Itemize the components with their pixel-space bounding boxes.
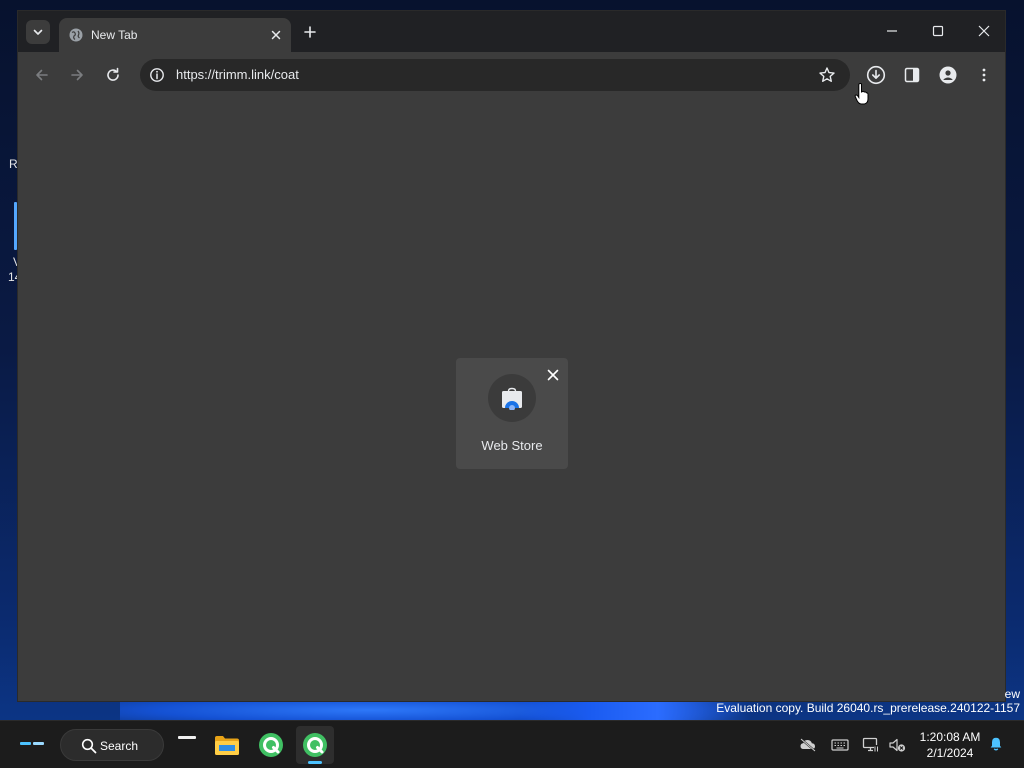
back-button[interactable] [30, 63, 54, 87]
taskbar-clock[interactable]: 1:20:08 AM 2/1/2024 [914, 729, 986, 761]
reload-button[interactable] [101, 63, 125, 87]
plus-icon [304, 26, 316, 38]
close-icon [978, 25, 990, 37]
network-icon[interactable] [862, 737, 880, 753]
kebab-menu-icon [982, 68, 986, 82]
reload-icon [107, 67, 119, 81]
shortcut-icon-container [488, 374, 536, 422]
forward-button[interactable] [65, 63, 89, 87]
tab-title: New Tab [91, 28, 138, 42]
minimize-icon [887, 30, 897, 32]
arrow-right-icon [71, 69, 83, 81]
menu-button[interactable] [972, 63, 996, 87]
close-icon [547, 369, 559, 381]
evaluation-watermark: Evaluation copy. Build 26040.rs_prerelea… [716, 701, 1020, 715]
notification-bell-icon[interactable] [987, 736, 1005, 752]
address-bar-url[interactable]: https://trimm.link/coat [176, 67, 299, 83]
watermark-fragment: ew [1004, 687, 1020, 701]
new-tab-page: Web Store [18, 98, 1005, 701]
person-icon [939, 66, 957, 84]
maximize-icon [932, 25, 944, 37]
widgets-icon [20, 742, 44, 745]
profile-button[interactable] [936, 63, 960, 87]
cloud-offline-icon[interactable] [799, 737, 817, 753]
new-tab-button[interactable] [300, 22, 320, 42]
clock-date: 2/1/2024 [926, 746, 974, 760]
app-button-q[interactable] [255, 727, 287, 763]
keyboard-icon[interactable] [831, 737, 849, 753]
side-panel-icon [904, 67, 920, 83]
taskbar: Search 1:20:08 AM 2/1/2024 [0, 720, 1024, 768]
search-icon [81, 738, 97, 754]
tab-strip: New Tab [18, 11, 1005, 52]
minimize-button[interactable] [872, 15, 912, 47]
taskbar-search[interactable]: Search [60, 729, 164, 761]
side-panel-button[interactable] [900, 63, 924, 87]
app-button-q-active[interactable] [299, 727, 331, 763]
star-icon[interactable] [818, 66, 836, 84]
widgets-button[interactable] [18, 727, 48, 763]
globe-icon [69, 28, 83, 42]
tab-new-tab[interactable]: New Tab [59, 18, 291, 52]
folder-icon [215, 736, 239, 755]
browser-window: New Tab https://trimm.link/coat Web Stor… [17, 10, 1006, 702]
shortcut-tile-web-store[interactable]: Web Store [456, 358, 568, 469]
remove-shortcut-button[interactable] [544, 366, 562, 384]
task-view-icon [178, 736, 196, 739]
chevron-down-icon [33, 29, 43, 35]
app-q-icon [259, 733, 283, 757]
task-view-button[interactable] [172, 727, 202, 763]
active-app-indicator [308, 761, 322, 764]
info-icon[interactable] [149, 67, 165, 83]
close-icon [271, 30, 281, 40]
close-window-button[interactable] [964, 15, 1004, 47]
volume-muted-icon[interactable] [888, 737, 906, 753]
tab-close-button[interactable] [267, 26, 285, 44]
hand-cursor-icon [854, 83, 869, 105]
shortcut-label: Web Store [481, 438, 543, 453]
file-explorer-button[interactable] [211, 727, 243, 763]
clock-time: 1:20:08 AM [919, 730, 981, 744]
arrow-left-icon [36, 69, 48, 81]
maximize-button[interactable] [918, 15, 958, 47]
address-bar[interactable]: https://trimm.link/coat [140, 59, 850, 91]
taskbar-search-label: Search [100, 739, 139, 753]
tab-search-button[interactable] [26, 20, 50, 44]
app-q-icon [303, 733, 327, 757]
web-store-icon [502, 387, 522, 410]
